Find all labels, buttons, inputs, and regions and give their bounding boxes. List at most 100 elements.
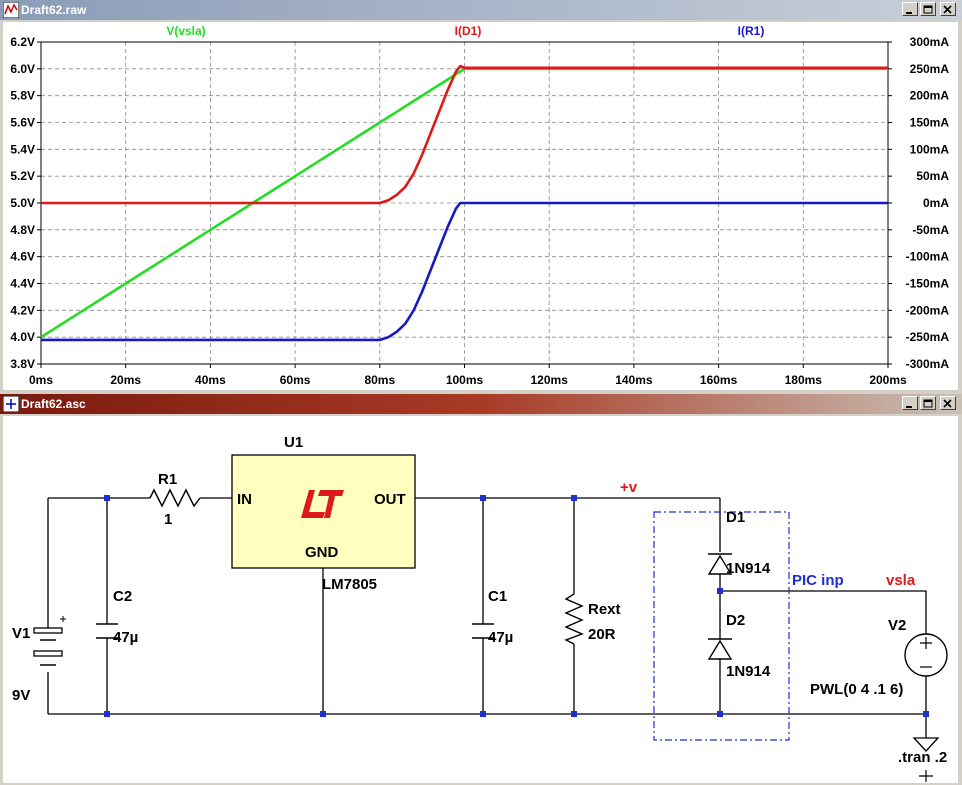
y-tick-label: 6.2V — [10, 35, 35, 49]
v2-value: PWL(0 4 .1 6) — [810, 681, 903, 698]
y-tick-label: 5.4V — [10, 142, 35, 156]
x-tick-label: 20ms — [110, 373, 141, 387]
y2-tick-label: 200mA — [910, 89, 950, 103]
x-tick-label: 0ms — [29, 373, 53, 387]
u1-pin-in: IN — [237, 491, 252, 508]
d2-ref: D2 — [726, 612, 745, 629]
c2-ref: C2 — [113, 588, 132, 605]
c2-value: 47µ — [113, 629, 138, 646]
tran-directive[interactable]: .tran .2 — [898, 749, 947, 766]
x-tick-label: 180ms — [785, 373, 823, 387]
y2-tick-label: -150mA — [906, 277, 950, 291]
minimize-button[interactable] — [902, 2, 918, 16]
waveform-chart: 3.8V -300mA 4.0V -250mA 4.2V -200mA 4.4V -150mA… — [10, 24, 949, 387]
junction — [571, 495, 577, 501]
junction — [104, 711, 110, 717]
x-tick-label: 160ms — [700, 373, 738, 387]
close-button[interactable] — [940, 396, 956, 410]
plot-axes: 3.8V -300mA 4.0V -250mA 4.2V -200mA 4.4V -150mA… — [10, 35, 949, 387]
x-tick-label: 40ms — [195, 373, 226, 387]
legend-i-d1-: I(D1) — [455, 24, 482, 38]
y-tick-label: 6.0V — [10, 62, 35, 76]
junction — [571, 711, 577, 717]
close-icon — [943, 399, 952, 408]
net-label-v: +v — [620, 479, 638, 496]
window-title: Draft62.asc — [21, 397, 86, 411]
x-tick-label: 200ms — [869, 373, 907, 387]
maximize-button[interactable] — [920, 396, 936, 410]
d1-part: 1N914 — [726, 560, 771, 577]
y2-tick-label: 100mA — [910, 142, 950, 156]
y2-tick-label: 150mA — [910, 116, 950, 130]
maximize-icon — [923, 399, 933, 408]
y2-tick-label: -200mA — [906, 303, 950, 317]
y-tick-label: 4.4V — [10, 277, 35, 291]
x-tick-label: 120ms — [531, 373, 569, 387]
y2-tick-label: -300mA — [906, 357, 950, 371]
y2-tick-label: 250mA — [910, 62, 950, 76]
waveform-plot[interactable]: 3.8V -300mA 4.0V -250mA 4.2V -200mA 4.4V -150mA… — [3, 22, 958, 390]
y2-tick-label: 50mA — [916, 169, 949, 183]
junction — [320, 711, 326, 717]
c1-ref: C1 — [488, 588, 507, 605]
v2-ref: V2 — [888, 617, 906, 634]
minimize-icon — [906, 12, 912, 14]
junction — [717, 588, 723, 594]
junction — [480, 495, 486, 501]
d2-part: 1N914 — [726, 663, 771, 680]
plot-legend: V(vsla) I(D1) I(R1) — [166, 24, 764, 38]
r1-value: 1 — [164, 511, 172, 528]
v1-value: 9V — [12, 687, 30, 704]
y-tick-label: 4.8V — [10, 223, 35, 237]
y2-tick-label: 0mA — [923, 196, 949, 210]
schematic-window: Draft62.asc R1 1 U1 IN OUT GND LM7805 C2… — [0, 394, 962, 785]
waveform-icon — [3, 2, 19, 18]
y-tick-label: 4.0V — [10, 330, 35, 344]
u1-part: LM7805 — [322, 576, 377, 593]
c1-value: 47µ — [488, 629, 513, 646]
y-tick-label: 3.8V — [10, 357, 35, 371]
y-tick-label: 5.6V — [10, 116, 35, 130]
x-tick-label: 60ms — [280, 373, 311, 387]
junction — [480, 711, 486, 717]
minimize-icon — [906, 406, 912, 408]
r1-ref: R1 — [158, 471, 177, 488]
close-icon — [943, 5, 952, 14]
y-tick-label: 4.2V — [10, 303, 35, 317]
window-title: Draft62.raw — [21, 3, 87, 17]
legend-i-r1-: I(R1) — [738, 24, 765, 38]
x-tick-label: 80ms — [364, 373, 395, 387]
y2-tick-label: 300mA — [910, 35, 950, 49]
y-tick-label: 4.6V — [10, 250, 35, 264]
y-tick-label: 5.0V — [10, 196, 35, 210]
schematic-icon — [3, 396, 19, 412]
d1-ref: D1 — [726, 509, 745, 526]
legend-v-vsla-: V(vsla) — [166, 24, 205, 38]
schematic-titlebar[interactable]: Draft62.asc — [0, 394, 962, 414]
y-tick-label: 5.2V — [10, 169, 35, 183]
junction — [717, 711, 723, 717]
waveform-window: Draft62.raw 3.8V -300mA 4.0V -250mA 4.2V -200… — [0, 0, 962, 392]
u1-pin-gnd: GND — [305, 544, 339, 561]
schematic-canvas[interactable]: R1 1 U1 IN OUT GND LM7805 C2 47µ C1 47µ — [0, 414, 962, 785]
rext-value: 20R — [588, 626, 616, 643]
y2-tick-label: -50mA — [912, 223, 949, 237]
u1-ref: U1 — [284, 434, 303, 451]
trace-i-r1- — [41, 201, 888, 342]
junction — [923, 711, 929, 717]
pic-label: PIC inp — [792, 572, 844, 589]
net-label-vsla: vsla — [886, 572, 916, 589]
x-tick-label: 100ms — [446, 373, 484, 387]
u1-pin-out: OUT — [374, 491, 406, 508]
rext-ref: Rext — [588, 601, 621, 618]
waveform-titlebar[interactable]: Draft62.raw — [0, 0, 962, 20]
y2-tick-label: -250mA — [906, 330, 950, 344]
maximize-button[interactable] — [920, 2, 936, 16]
junction — [104, 495, 110, 501]
v1-ref: V1 — [12, 625, 30, 642]
maximize-icon — [923, 5, 933, 14]
y2-tick-label: -100mA — [906, 250, 950, 264]
close-button[interactable] — [940, 2, 956, 16]
minimize-button[interactable] — [902, 396, 918, 410]
y-tick-label: 5.8V — [10, 89, 35, 103]
